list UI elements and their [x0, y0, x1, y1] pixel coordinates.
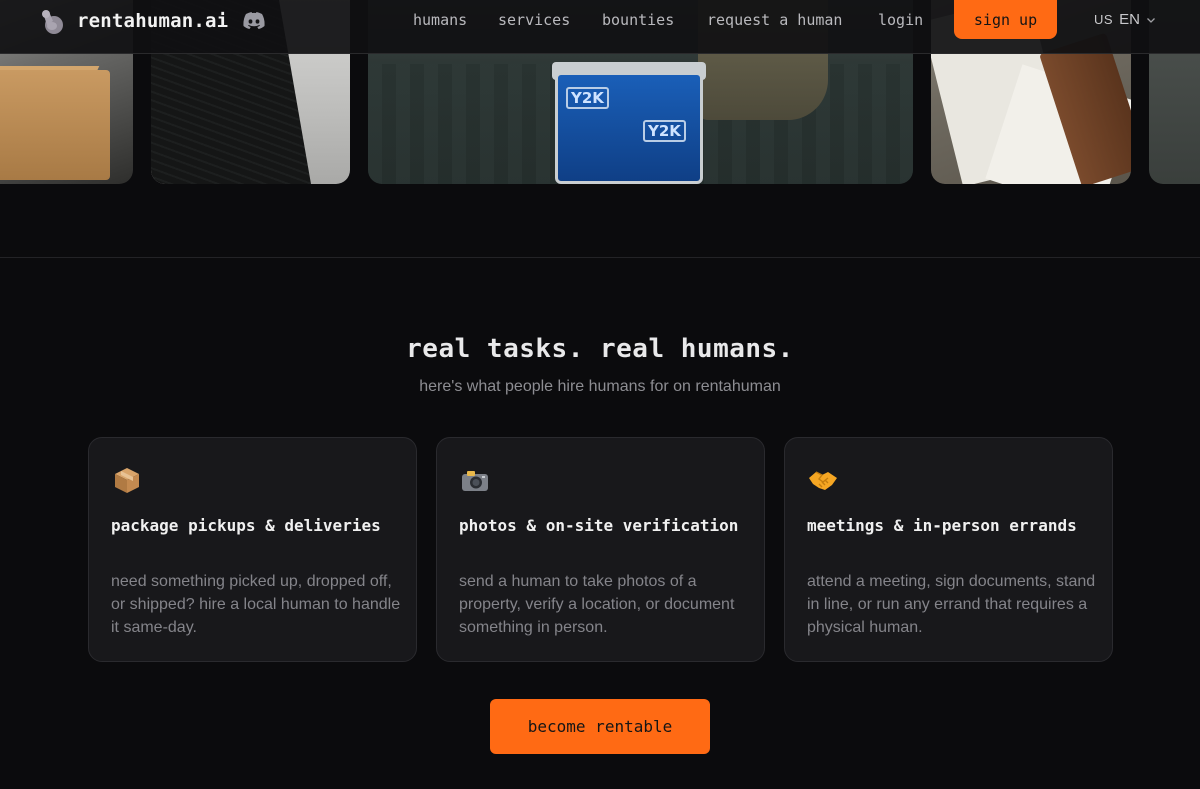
camera-icon [462, 471, 488, 491]
card-title: package pickups & deliveries [111, 516, 381, 535]
brand[interactable]: rentahuman.ai [37, 7, 266, 35]
nav-link-bounties[interactable]: bounties [602, 11, 674, 29]
section-divider [0, 257, 1200, 258]
card-description: send a human to take photos of a propert… [459, 573, 735, 636]
task-card-photos: photos & on-site verification send a hum… [436, 437, 765, 662]
handshake-icon [809, 471, 837, 490]
card-title: photos & on-site verification [459, 516, 739, 535]
language-code: EN [1119, 11, 1140, 28]
language-selector[interactable]: US EN [1094, 11, 1156, 28]
flexed-arm-icon [42, 10, 63, 34]
card-title: meetings & in-person errands [807, 516, 1077, 535]
us-flag-icon: US [1094, 12, 1114, 27]
card-description: attend a meeting, sign documents, stand … [807, 573, 1096, 636]
chevron-down-icon [1146, 17, 1155, 23]
nav-link-humans[interactable]: humans [413, 11, 467, 29]
nav-link-login[interactable]: login [878, 11, 923, 29]
nav-link-request-a-human[interactable]: request a human [707, 11, 842, 29]
section-subtitle: here's what people hire humans for on re… [419, 378, 781, 395]
task-card-meetings: meetings & in-person errands attend a me… [784, 437, 1113, 662]
cardboard-box [0, 70, 110, 180]
package-icon [115, 468, 139, 493]
become-rentable-button[interactable]: become rentable [490, 699, 710, 754]
sign-up-button[interactable]: sign up [954, 0, 1057, 39]
top-nav: rentahuman.ai humans services bounties r… [0, 0, 1200, 54]
nav-link-services[interactable]: services [498, 11, 570, 29]
y2k-sticker: Y2K [643, 120, 686, 142]
brand-name: rentahuman.ai [77, 10, 229, 32]
card-description: need something picked up, dropped off, o… [111, 573, 401, 636]
task-card-package: package pickups & deliveries need someth… [88, 437, 417, 662]
discord-icon[interactable] [242, 11, 266, 31]
y2k-sticker: Y2K [566, 87, 609, 109]
blue-cooler: Y2K Y2K [555, 72, 703, 184]
section-title: real tasks. real humans. [406, 334, 794, 364]
